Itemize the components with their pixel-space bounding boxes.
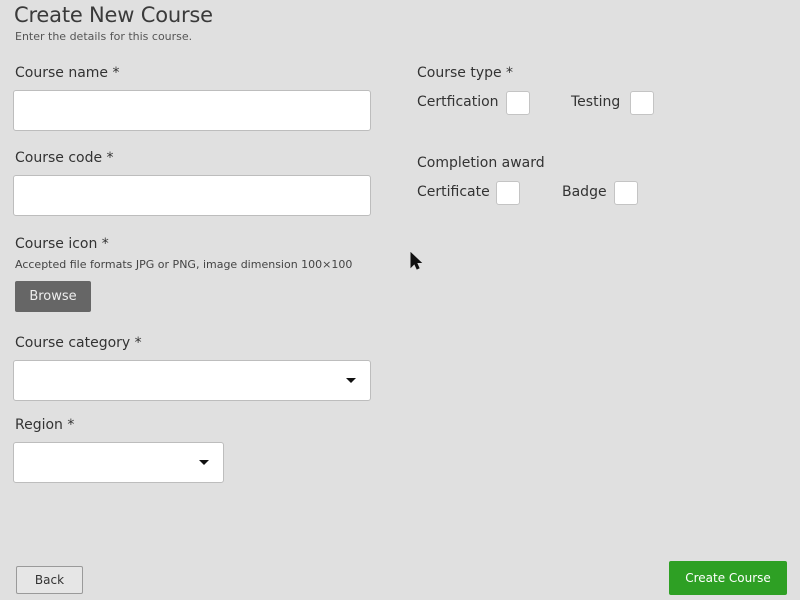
completion-award-label: Completion award [417,155,545,171]
chevron-down-icon [346,378,356,383]
create-course-button[interactable]: Create Course [669,561,787,595]
region-select[interactable] [13,442,224,483]
browse-button[interactable]: Browse [15,281,91,312]
course-name-input[interactable] [13,90,371,131]
testing-checkbox[interactable] [630,91,654,115]
course-type-option-label: Testing [571,94,621,110]
badge-checkbox[interactable] [614,181,638,205]
completion-award-option-label: Badge [562,184,607,200]
page-title: Create New Course [14,3,213,27]
course-type-option-label: Certfication [417,94,499,110]
region-label: Region * [15,417,75,433]
mouse-cursor-icon [410,252,423,270]
chevron-down-icon [199,460,209,465]
course-code-label: Course code * [15,150,114,166]
certificate-checkbox[interactable] [496,181,520,205]
completion-award-option-label: Certificate [417,184,490,200]
certification-checkbox[interactable] [506,91,530,115]
course-icon-label: Course icon * [15,236,109,252]
course-category-label: Course category * [15,335,142,351]
course-type-label: Course type * [417,65,514,81]
course-code-input[interactable] [13,175,371,216]
page-subtitle: Enter the details for this course. [15,30,193,43]
back-button[interactable]: Back [16,566,83,594]
course-category-select[interactable] [13,360,371,401]
course-icon-hint: Accepted file formats JPG or PNG, image … [15,258,353,271]
course-name-label: Course name * [15,65,120,81]
